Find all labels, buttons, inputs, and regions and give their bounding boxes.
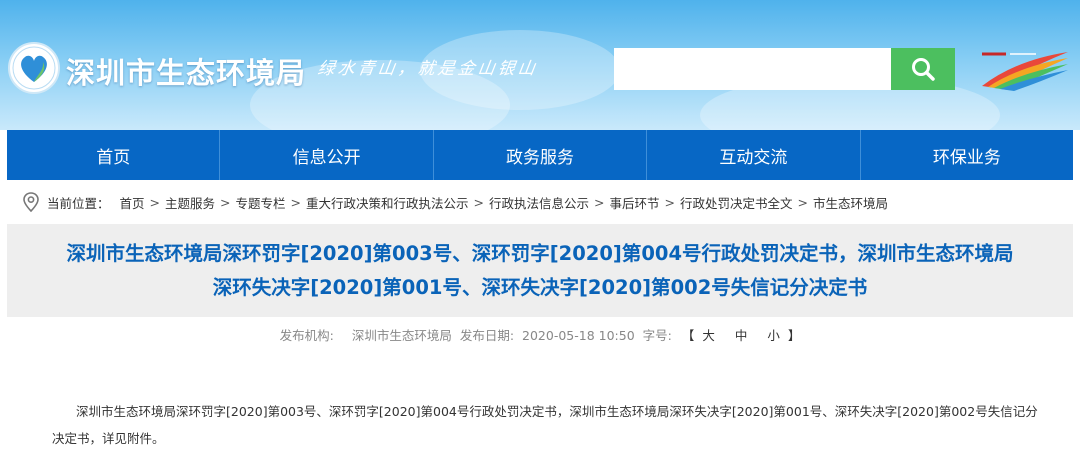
breadcrumb-separator: >: [797, 194, 809, 210]
breadcrumb-item-city-bureau[interactable]: 市生态环境局: [813, 193, 888, 212]
article-meta: 发布机构: 深圳市生态环境局 发布日期: 2020-05-18 10:50 字号…: [0, 325, 1080, 344]
shenzhen-city-logo-icon: [976, 46, 1072, 92]
nav-item-info-disclosure[interactable]: 信息公开: [220, 130, 434, 180]
site-slogan: 绿水青山，就是金山银山: [316, 59, 540, 79]
breadcrumb-separator: >: [149, 194, 161, 210]
font-size-medium-button[interactable]: 中: [735, 328, 748, 343]
article-title-line-2: 深环失决字[2020]第001号、深环失决字[2020]第002号失信记分决定书: [212, 275, 868, 299]
breadcrumb: 当前位置： 首页 > 主题服务 > 专题专栏 > 重大行政决策和行政执法公示 >…: [7, 180, 1073, 224]
article-title-line-1: 深圳市生态环境局深环罚字[2020]第003号、深环罚字[2020]第004号行…: [66, 241, 1014, 265]
breadcrumb-prefix: 当前位置：: [47, 195, 110, 211]
search-icon: [912, 58, 935, 81]
font-size-small-button[interactable]: 小: [767, 328, 780, 343]
breadcrumb-separator: >: [290, 194, 302, 210]
font-size-bracket-open: 【: [681, 328, 695, 343]
nav-item-gov-services[interactable]: 政务服务: [433, 130, 648, 180]
breadcrumb-item-theme-services[interactable]: 主题服务: [165, 193, 215, 212]
breadcrumb-separator: >: [473, 194, 485, 210]
breadcrumb-item-home[interactable]: 首页: [120, 193, 145, 212]
date-label: 发布日期:: [459, 328, 515, 343]
breadcrumb-separator: >: [220, 194, 231, 210]
breadcrumb-item-penalty-full-text[interactable]: 行政处罚决定书全文: [680, 193, 793, 212]
article-body-text: 深圳市生态环境局深环罚字[2020]第003号、深环罚字[2020]第004号行…: [52, 404, 1038, 446]
date-value: 2020-05-18 10:50: [522, 328, 635, 343]
article-title: 深圳市生态环境局深环罚字[2020]第003号、深环罚字[2020]第004号行…: [7, 224, 1073, 317]
font-size-large-button[interactable]: 大: [702, 328, 715, 343]
site-header: 深圳市生态环境局 绿水青山，就是金山银山: [0, 0, 1080, 130]
nav-item-home[interactable]: 首页: [7, 130, 221, 180]
breadcrumb-item-enforcement-info[interactable]: 行政执法信息公示: [489, 193, 589, 212]
site-logo-icon[interactable]: [8, 42, 60, 94]
location-pin-icon: [23, 192, 39, 213]
site-title[interactable]: 深圳市生态环境局: [66, 50, 306, 92]
breadcrumb-separator: >: [594, 194, 605, 210]
nav-item-interaction[interactable]: 互动交流: [647, 130, 861, 180]
search-button[interactable]: [891, 48, 955, 90]
breadcrumb-item-major-decisions[interactable]: 重大行政决策和行政执法公示: [306, 193, 469, 212]
breadcrumb-separator: >: [664, 194, 676, 210]
nav-item-env-business[interactable]: 环保业务: [860, 130, 1074, 180]
font-size-bracket-close: 】: [787, 328, 801, 343]
main-nav: 首页 信息公开 政务服务 互动交流 环保业务: [7, 130, 1074, 180]
search-input[interactable]: [614, 48, 892, 90]
breadcrumb-item-post-stage[interactable]: 事后环节: [610, 193, 660, 212]
font-size-label: 字号:: [642, 328, 672, 343]
publisher-value: 深圳市生态环境局: [351, 328, 452, 343]
publisher-label: 发布机构:: [279, 328, 334, 343]
breadcrumb-item-special-column[interactable]: 专题专栏: [236, 193, 286, 212]
